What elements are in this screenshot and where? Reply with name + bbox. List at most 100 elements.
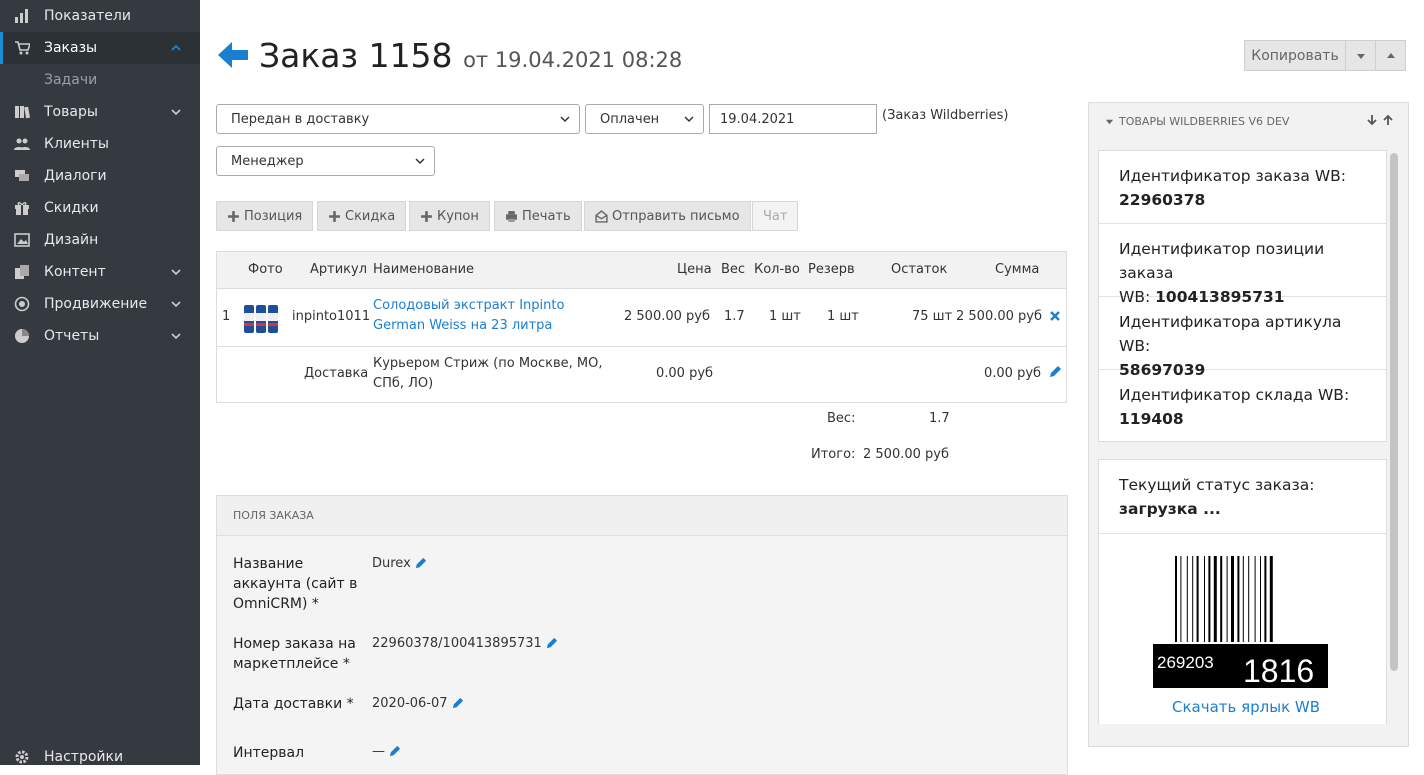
col-sku: Артикул (310, 262, 368, 277)
books-icon (15, 106, 30, 119)
wb-status-card: Текущий статус заказа: загрузка ... 2692… (1098, 459, 1387, 724)
back-arrow-icon[interactable] (216, 38, 250, 72)
table-row-delivery: Доставка Курьером Стриж (по Москве, МО, … (217, 346, 1066, 391)
product-link-line1[interactable]: Солодовый экстракт Inpinto (373, 298, 564, 313)
col-price: Цена (677, 262, 712, 277)
field-value: 2020-06-07 (372, 696, 448, 711)
barcode-label: 269203 1816 (1153, 556, 1328, 689)
wb-order-id: Идентификатор заказа WB: 22960378 (1099, 151, 1386, 224)
sidebar-item-discounts[interactable]: Скидки (0, 192, 200, 224)
date-input[interactable]: 19.04.2021 (709, 104, 877, 134)
payment-value: Оплачен (600, 111, 660, 127)
row-sum: 2 500.00 руб (956, 309, 1042, 324)
field-value-account[interactable]: Durex (372, 556, 427, 571)
col-name: Наименование (373, 262, 475, 277)
status-select[interactable]: Передан в доставку (216, 104, 580, 134)
delivery-price: 0.00 руб (656, 366, 714, 381)
pencil-icon[interactable] (545, 637, 558, 650)
button-label: Скидка (345, 208, 396, 224)
plus-icon (329, 210, 340, 222)
add-position-button[interactable]: Позиция (216, 201, 314, 231)
delivery-sum: 0.00 руб (984, 366, 1042, 381)
sidebar-item-dialogs[interactable]: Диалоги (0, 160, 200, 192)
row-number: 1 (222, 309, 231, 324)
download-wb-label-link[interactable]: Скачать ярлык WB (1172, 698, 1320, 716)
sidebar-item-clients[interactable]: Клиенты (0, 128, 200, 160)
chevron-down-icon (171, 333, 181, 340)
pencil-icon[interactable] (1048, 365, 1062, 379)
sidebar-item-settings[interactable]: Настройки (0, 741, 200, 773)
page-title: Заказ 1158 от 19.04.2021 08:28 (259, 36, 682, 75)
label-line: OmniCRM) * (233, 596, 319, 612)
pencil-icon[interactable] (451, 697, 464, 710)
total-label: Итого: (811, 447, 856, 462)
button-label: Печать (522, 208, 571, 224)
sidebar-item-label: Показатели (44, 8, 131, 24)
label: Идентификатор склада WB: (1119, 386, 1350, 404)
status-value: Передан в доставку (231, 111, 370, 127)
arrow-up-icon[interactable] (1382, 114, 1394, 126)
copy-icon (15, 265, 29, 279)
label-line: Номер заказа на (233, 636, 356, 652)
sidebar-item-orders[interactable]: Заказы (0, 32, 200, 64)
caret-up-icon (1386, 52, 1395, 58)
pencil-icon[interactable] (414, 557, 427, 570)
field-value: Durex (372, 556, 411, 571)
row-qty: 1 шт (769, 309, 801, 324)
sidebar-item-reports[interactable]: Отчеты (0, 320, 200, 352)
copy-button[interactable]: Копировать (1244, 40, 1346, 71)
copy-button-group: Копировать (1244, 40, 1406, 71)
arrow-down-icon[interactable] (1366, 114, 1378, 126)
value: 119408 (1119, 410, 1184, 428)
sidebar-item-label: Заказы (44, 40, 98, 56)
delivery-label: Доставка (304, 366, 369, 381)
image-icon (14, 233, 30, 247)
col-sum: Сумма (995, 262, 1040, 277)
collapse-button[interactable] (1376, 40, 1406, 71)
add-coupon-button[interactable]: Купон (409, 201, 490, 231)
sidebar-item-products[interactable]: Товары (0, 96, 200, 128)
product-link-line2[interactable]: German Weiss на 23 литра (373, 318, 552, 333)
sidebar-item-design[interactable]: Дизайн (0, 224, 200, 256)
dropdown-button[interactable] (1346, 40, 1376, 71)
label: Идентификатор позиции заказа (1119, 240, 1325, 282)
main-content: Заказ 1158 от 19.04.2021 08:28 Копироват… (200, 0, 1424, 775)
col-reserve: Резерв (808, 262, 855, 277)
wb-status: Текущий статус заказа: загрузка ... (1099, 460, 1386, 534)
remove-icon[interactable] (1049, 310, 1061, 322)
row-reserve: 1 шт (827, 309, 859, 324)
bar-chart-icon (15, 9, 28, 23)
sidebar-item-label: Товары (44, 104, 98, 120)
sidebar-item-promotion[interactable]: Продвижение (0, 288, 200, 320)
order-date: от 19.04.2021 08:28 (463, 48, 683, 72)
print-button[interactable]: Печать (494, 201, 582, 231)
field-value-delivery-date[interactable]: 2020-06-07 (372, 696, 464, 711)
pencil-icon[interactable] (388, 745, 401, 758)
wildberries-panel: ТОВАРЫ WILDBERRIES V6 DEV Идентификатор … (1088, 102, 1409, 747)
button-label: Отправить письмо (612, 208, 740, 224)
sidebar-item-label: Клиенты (44, 136, 109, 152)
manager-select[interactable]: Менеджер (216, 146, 435, 176)
chevron-down-icon (171, 109, 181, 116)
add-discount-button[interactable]: Скидка (317, 201, 407, 231)
product-thumbnail[interactable] (242, 299, 280, 337)
label-line: Дата доставки * (233, 696, 354, 712)
value: загрузка ... (1119, 500, 1221, 518)
barcode-left-number: 269203 (1157, 653, 1214, 672)
sidebar-item-content[interactable]: Контент (0, 256, 200, 288)
value: 22960378 (1119, 191, 1206, 209)
sidebar-item-tasks[interactable]: Задачи (0, 64, 200, 96)
field-value-interval[interactable]: — (372, 744, 401, 759)
chat-button[interactable]: Чат (752, 201, 799, 231)
field-label-interval: Интервал (233, 743, 358, 763)
gear-icon (15, 750, 29, 764)
sidebar-item-dashboard[interactable]: Показатели (0, 0, 200, 32)
payment-select[interactable]: Оплачен (585, 104, 704, 134)
send-letter-button[interactable]: Отправить письмо (584, 201, 751, 231)
scrollbar[interactable] (1390, 153, 1398, 671)
sidebar-item-label: Диалоги (44, 168, 107, 184)
chat-icon (15, 170, 29, 181)
field-value-marketplace-order[interactable]: 22960378/100413895731 (372, 636, 558, 651)
order-title: Заказ 1158 (259, 36, 453, 75)
wb-panel-title: ТОВАРЫ WILDBERRIES V6 DEV (1119, 115, 1290, 128)
